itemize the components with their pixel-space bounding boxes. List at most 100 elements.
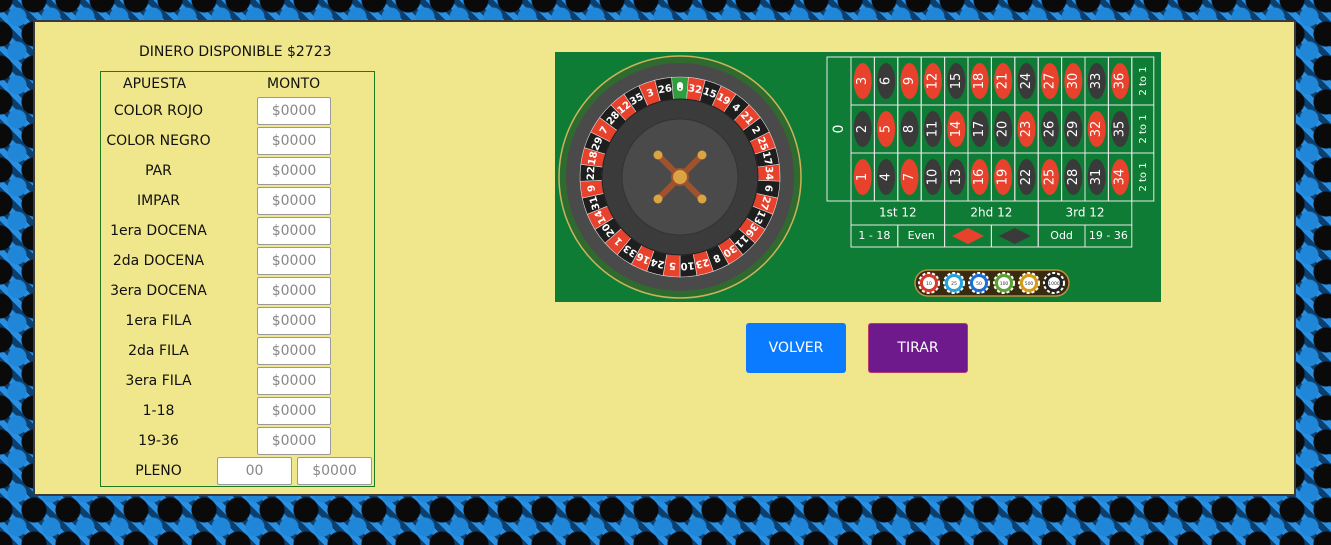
number-label: 6: [879, 77, 894, 85]
number-label: 31: [1089, 169, 1104, 186]
bet-row-1era-docena: 1era DOCENA: [101, 217, 374, 247]
bet-amount-input-2da-fila[interactable]: [257, 337, 331, 365]
bet-label: 1era FILA: [125, 313, 192, 329]
wheel-number: 26: [657, 83, 673, 96]
bet-amount-input-3era-docena[interactable]: [257, 277, 331, 305]
bet-row-pleno: PLENO: [101, 457, 374, 487]
number-label: 12: [925, 73, 940, 90]
tirar-button[interactable]: TIRAR: [868, 323, 968, 373]
number-label: 18: [972, 73, 987, 90]
column-bet-label: 2 to 1: [1138, 162, 1149, 191]
number-label: 19: [996, 169, 1011, 186]
number-label: 25: [1042, 169, 1057, 186]
number-label: 35: [1113, 121, 1128, 138]
chip-label: 1000: [1048, 281, 1060, 287]
bet-row-1era-fila: 1era FILA: [101, 307, 374, 337]
bet-row-3era-docena: 3era DOCENA: [101, 277, 374, 307]
wheel-number: 22: [586, 166, 598, 180]
pleno-number-input[interactable]: [217, 457, 292, 485]
bet-row-2da-docena: 2da DOCENA: [101, 247, 374, 277]
dozen-label: 1st 12: [879, 206, 917, 220]
number-label: 11: [925, 121, 940, 138]
bet-label: COLOR NEGRO: [106, 133, 211, 149]
number-label: 2: [855, 125, 870, 133]
chip-label: 500: [1025, 281, 1034, 287]
bet-amount-input-1era-fila[interactable]: [257, 307, 331, 335]
wheel-number: 9: [586, 184, 598, 192]
bet-amount-input-impar[interactable]: [257, 187, 331, 215]
chip-label: 10: [926, 281, 932, 287]
number-label: 36: [1113, 73, 1128, 90]
bet-label: PAR: [145, 163, 172, 179]
bet-label: IMPAR: [136, 193, 181, 209]
number-label: 5: [879, 125, 894, 133]
column-bet-label: 2 to 1: [1138, 66, 1149, 95]
column-bet-label: 2 to 1: [1138, 114, 1149, 143]
turret-knob: [653, 150, 663, 160]
number-label: 21: [996, 73, 1011, 90]
bet-row-19-36: 19-36: [101, 427, 374, 457]
number-label: 24: [1019, 73, 1034, 90]
wheel-number: 34: [763, 166, 775, 180]
chip-tray: 10 25 50 100 500 1000: [914, 269, 1070, 297]
bet-amount-input-color-rojo[interactable]: [257, 97, 331, 125]
bet-amount-input-color-negro[interactable]: [257, 127, 331, 155]
wheel-ball: [677, 82, 683, 88]
turret-knob: [697, 150, 707, 160]
number-label: 14: [949, 121, 964, 138]
number-label: 30: [1066, 73, 1081, 90]
bet-label: 19-36: [138, 433, 179, 449]
main-panel: DINERO DISPONIBLE $2723 APUESTA MONTO CO…: [33, 20, 1296, 496]
number-label: 28: [1066, 169, 1081, 186]
wheel-number: 5: [669, 259, 677, 271]
bet-amount-input-3era-fila[interactable]: [257, 367, 331, 395]
wheel-number: 6: [762, 184, 774, 192]
chip-label: 25: [951, 281, 957, 287]
number-label: 33: [1089, 73, 1104, 90]
roulette-board: 0 321519421225173462713361130823105241633…: [555, 52, 1161, 302]
outside-bet-label: 19 - 36: [1089, 229, 1128, 242]
number-label: 26: [1042, 121, 1057, 138]
bet-row-impar: IMPAR: [101, 187, 374, 217]
number-label: 17: [972, 121, 987, 138]
number-label: 1: [855, 173, 870, 181]
bet-label: COLOR ROJO: [113, 103, 204, 119]
bet-row-3era-fila: 3era FILA: [101, 367, 374, 397]
pleno-amount-input[interactable]: [297, 457, 372, 485]
number-label: 32: [1089, 121, 1104, 138]
outside-bet-label: Even: [908, 229, 935, 242]
dozen-label: 2hd 12: [970, 206, 1012, 220]
bet-label: 1-18: [142, 403, 175, 419]
chip-label: 50: [976, 281, 982, 287]
bet-amount-input-2da-docena[interactable]: [257, 247, 331, 275]
number-label: 16: [972, 169, 987, 186]
bet-amount-input-1era-docena[interactable]: [257, 217, 331, 245]
chip-label: 100: [1000, 281, 1009, 287]
bet-amount-input-19-36[interactable]: [257, 427, 331, 455]
number-label: 9: [902, 77, 917, 85]
bet-label: 1era DOCENA: [110, 223, 207, 239]
bet-amount-input-par[interactable]: [257, 157, 331, 185]
turret-knob: [697, 194, 707, 204]
wheel-number: 10: [680, 259, 695, 271]
bet-label: 2da DOCENA: [112, 253, 205, 269]
number-label: 10: [925, 169, 940, 186]
turret-knob: [653, 194, 663, 204]
bet-label: 3era DOCENA: [110, 283, 207, 299]
volver-button[interactable]: VOLVER: [746, 323, 846, 373]
number-label: 23: [1019, 121, 1034, 138]
header-bet: APUESTA: [123, 76, 187, 92]
bet-row-par: PAR: [101, 157, 374, 187]
outside-bet-label: Odd: [1050, 229, 1073, 242]
bets-table: APUESTA MONTO COLOR ROJO COLOR NEGRO PAR IM…: [100, 71, 375, 487]
number-label: 13: [949, 169, 964, 186]
number-label: 29: [1066, 121, 1081, 138]
bet-row-1-18: 1-18: [101, 397, 374, 427]
number-label: 20: [996, 121, 1011, 138]
bet-row-color-negro: COLOR NEGRO: [101, 127, 374, 157]
bet-label: 3era FILA: [125, 373, 192, 389]
bet-amount-input-1-18[interactable]: [257, 397, 331, 425]
number-label: 15: [949, 73, 964, 90]
bet-label: 2da FILA: [128, 343, 189, 359]
zero-label: 0: [831, 125, 847, 134]
